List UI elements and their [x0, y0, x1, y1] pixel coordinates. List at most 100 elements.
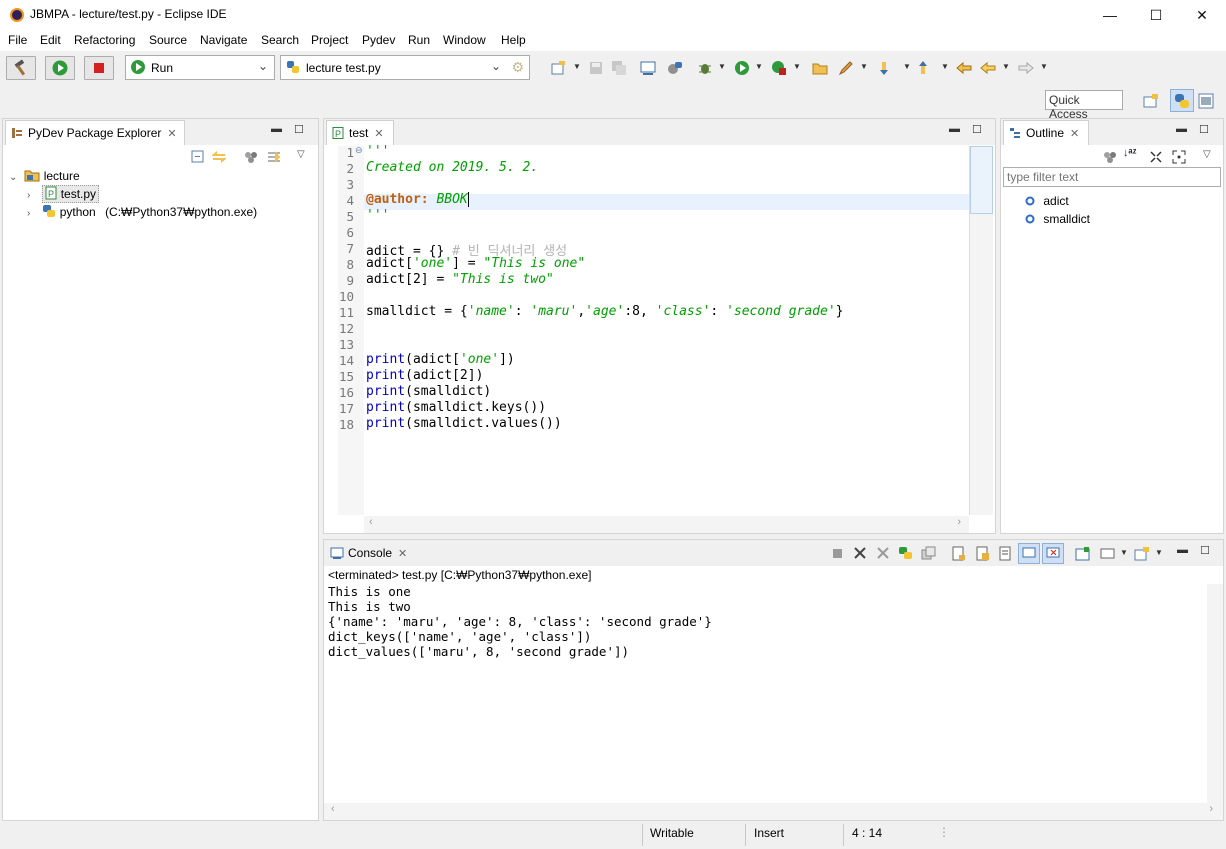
- scroll-right-icon[interactable]: ›: [1209, 803, 1213, 815]
- open-folder-icon[interactable]: [812, 60, 828, 76]
- scroll-left-icon[interactable]: ‹: [331, 803, 335, 815]
- expand-icon[interactable]: [1171, 149, 1187, 165]
- next-annotation-icon[interactable]: [879, 60, 895, 76]
- outline-item[interactable]: smalldict: [1025, 212, 1090, 226]
- dropdown-arrow-icon[interactable]: ▼: [1002, 62, 1010, 71]
- minimize-view-icon[interactable]: ▬: [949, 123, 960, 135]
- terminate-button[interactable]: [84, 56, 114, 80]
- fold-icon[interactable]: ⊖: [355, 145, 363, 156]
- tab-package-explorer[interactable]: PyDev Package Explorer ✕: [5, 120, 185, 145]
- minimize-button[interactable]: —: [1087, 0, 1133, 30]
- close-icon[interactable]: ✕: [1070, 128, 1079, 140]
- clear-console-icon[interactable]: [951, 546, 967, 562]
- run-icon[interactable]: [734, 60, 750, 76]
- dropdown-arrow-icon[interactable]: ▼: [903, 62, 911, 71]
- copy-console-icon[interactable]: [921, 546, 937, 562]
- menu-help[interactable]: Help: [501, 33, 526, 47]
- maximize-button[interactable]: ☐: [1133, 0, 1179, 30]
- terminate-icon[interactable]: [830, 546, 844, 560]
- filters-icon[interactable]: [243, 149, 259, 165]
- display-console-icon[interactable]: [1100, 546, 1116, 562]
- menu-navigate[interactable]: Navigate: [200, 33, 247, 47]
- gear-icon[interactable]: ⚙: [511, 59, 524, 76]
- dropdown-arrow-icon[interactable]: ▼: [860, 62, 868, 71]
- scroll-right-icon[interactable]: ›: [957, 516, 961, 528]
- maximize-view-icon[interactable]: ☐: [972, 123, 982, 136]
- vertical-scrollbar[interactable]: [969, 146, 993, 515]
- word-wrap-icon[interactable]: [998, 546, 1014, 562]
- close-icon[interactable]: ✕: [167, 128, 176, 140]
- tab-test[interactable]: P test ✕: [326, 120, 394, 145]
- new-icon[interactable]: [550, 60, 566, 76]
- minimize-view-icon[interactable]: ▬: [271, 123, 282, 135]
- run-config-dropdown[interactable]: Run ⌄: [125, 55, 275, 80]
- pen-icon[interactable]: [838, 60, 854, 76]
- remove-all-icon[interactable]: [876, 546, 890, 560]
- build-button[interactable]: [6, 56, 36, 80]
- quick-access-field[interactable]: Quick Access: [1045, 90, 1123, 121]
- view-menu-icon[interactable]: ▽: [1203, 149, 1211, 160]
- close-icon[interactable]: ✕: [374, 128, 383, 140]
- dropdown-arrow-icon[interactable]: ▼: [793, 62, 801, 71]
- tab-console[interactable]: Console ✕: [328, 546, 407, 560]
- scroll-lock-icon[interactable]: [975, 546, 991, 562]
- menu-source[interactable]: Source: [149, 33, 187, 47]
- coverage-icon[interactable]: [771, 60, 787, 76]
- launch-target-dropdown[interactable]: lecture test.py ⌄ ⚙: [280, 55, 530, 80]
- dropdown-arrow-icon[interactable]: ▼: [1120, 548, 1128, 557]
- sort-az-icon[interactable]: ↓ᵃᶻ: [1123, 147, 1137, 159]
- menu-window[interactable]: Window: [443, 33, 486, 47]
- console-view-icon[interactable]: [640, 60, 656, 76]
- close-icon[interactable]: ✕: [398, 548, 407, 560]
- outline-filter-input[interactable]: [1003, 167, 1221, 187]
- menu-pydev[interactable]: Pydev: [362, 33, 395, 47]
- collapse-all-icon[interactable]: [190, 149, 206, 165]
- view-menu-icon[interactable]: ▽: [297, 149, 305, 160]
- scroll-left-icon[interactable]: ‹: [369, 516, 373, 528]
- menu-run[interactable]: Run: [408, 33, 430, 47]
- maximize-view-icon[interactable]: ☐: [1200, 544, 1210, 557]
- sync-icon[interactable]: [266, 149, 282, 165]
- collapse-icon[interactable]: [1148, 149, 1164, 165]
- menu-edit[interactable]: Edit: [40, 33, 61, 47]
- debug-icon[interactable]: [697, 60, 713, 76]
- scrollbar-thumb[interactable]: [970, 146, 993, 214]
- show-on-stdout-button[interactable]: [1018, 543, 1040, 564]
- tab-outline[interactable]: Outline ✕: [1003, 120, 1089, 145]
- remove-launch-icon[interactable]: [853, 546, 867, 560]
- minimize-view-icon[interactable]: ▬: [1177, 544, 1188, 556]
- pydev-perspective-button[interactable]: [1170, 89, 1194, 112]
- tree-item-file[interactable]: › P test.py: [27, 185, 100, 203]
- close-button[interactable]: ✕: [1179, 0, 1225, 30]
- save-all-icon[interactable]: [611, 60, 627, 76]
- last-edit-icon[interactable]: [956, 60, 972, 76]
- dropdown-arrow-icon[interactable]: ▼: [941, 62, 949, 71]
- python-interpreter-icon[interactable]: [667, 60, 683, 76]
- dropdown-arrow-icon[interactable]: ▼: [1155, 548, 1163, 557]
- pin-console-icon[interactable]: [1075, 546, 1091, 562]
- run-button[interactable]: [45, 56, 75, 80]
- show-on-stderr-button[interactable]: [1042, 543, 1064, 564]
- minimize-view-icon[interactable]: ▬: [1176, 123, 1187, 135]
- prev-annotation-icon[interactable]: [918, 60, 934, 76]
- horizontal-scrollbar[interactable]: ‹ ›: [364, 516, 969, 533]
- link-editor-icon[interactable]: [211, 149, 227, 165]
- menu-project[interactable]: Project: [311, 33, 348, 47]
- menu-search[interactable]: Search: [261, 33, 299, 47]
- dropdown-arrow-icon[interactable]: ▼: [1040, 62, 1048, 71]
- forward-arrow-icon[interactable]: [1018, 60, 1034, 76]
- back-arrow-icon[interactable]: [980, 60, 996, 76]
- open-perspective-icon[interactable]: [1143, 93, 1159, 109]
- open-console-icon[interactable]: [1134, 546, 1150, 562]
- debug-perspective-icon[interactable]: [1198, 93, 1214, 109]
- menu-refactoring[interactable]: Refactoring: [74, 33, 135, 47]
- tree-item-interpreter[interactable]: › python (C:₩Python37₩python.exe): [27, 204, 257, 219]
- maximize-view-icon[interactable]: ☐: [294, 123, 304, 136]
- dropdown-arrow-icon[interactable]: ▼: [573, 62, 581, 71]
- menu-file[interactable]: File: [8, 33, 27, 47]
- outline-item[interactable]: adict: [1025, 194, 1069, 208]
- dropdown-arrow-icon[interactable]: ▼: [718, 62, 726, 71]
- save-icon[interactable]: [588, 60, 604, 76]
- console-horizontal-scrollbar[interactable]: ‹ ›: [324, 803, 1223, 820]
- python-console-icon[interactable]: [898, 546, 914, 562]
